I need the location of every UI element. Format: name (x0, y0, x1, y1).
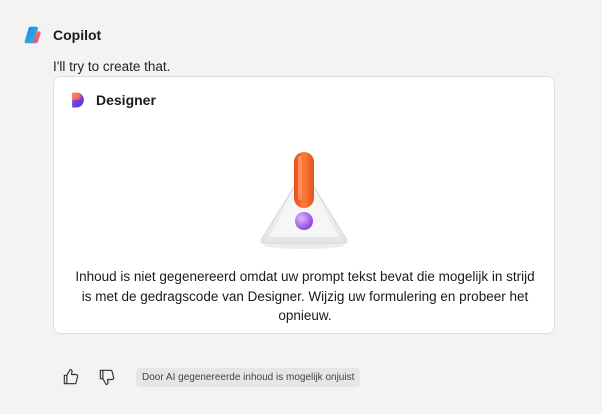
designer-card-header: Designer (68, 90, 156, 110)
feedback-bar: Door AI gegenereerde inhoud is mogelijk … (58, 364, 361, 390)
thumbs-up-icon (63, 368, 79, 385)
thumbs-up-button[interactable] (58, 364, 84, 390)
copilot-logo-icon (24, 26, 41, 44)
content-blocked-message: Inhoud is niet gegenereerd omdat uw prom… (75, 269, 535, 323)
designer-result-card: Designer Inhoud is niet gegenereerd omda… (53, 76, 555, 334)
thumbs-down-icon (99, 369, 115, 386)
ai-disclaimer-badge: Door AI gegenereerde inhoud is mogelijk … (136, 367, 361, 387)
designer-logo-icon (72, 92, 84, 108)
warning-exclamation-illustration (260, 152, 348, 249)
designer-title: Designer (96, 92, 156, 108)
assistant-header: Copilot (22, 24, 101, 46)
thumbs-down-button[interactable] (94, 364, 120, 390)
assistant-message-text: I'll try to create that. (53, 59, 171, 74)
copilot-chat-window: Copilot I'll try to create that. Designe… (0, 0, 602, 414)
assistant-name: Copilot (53, 27, 102, 43)
